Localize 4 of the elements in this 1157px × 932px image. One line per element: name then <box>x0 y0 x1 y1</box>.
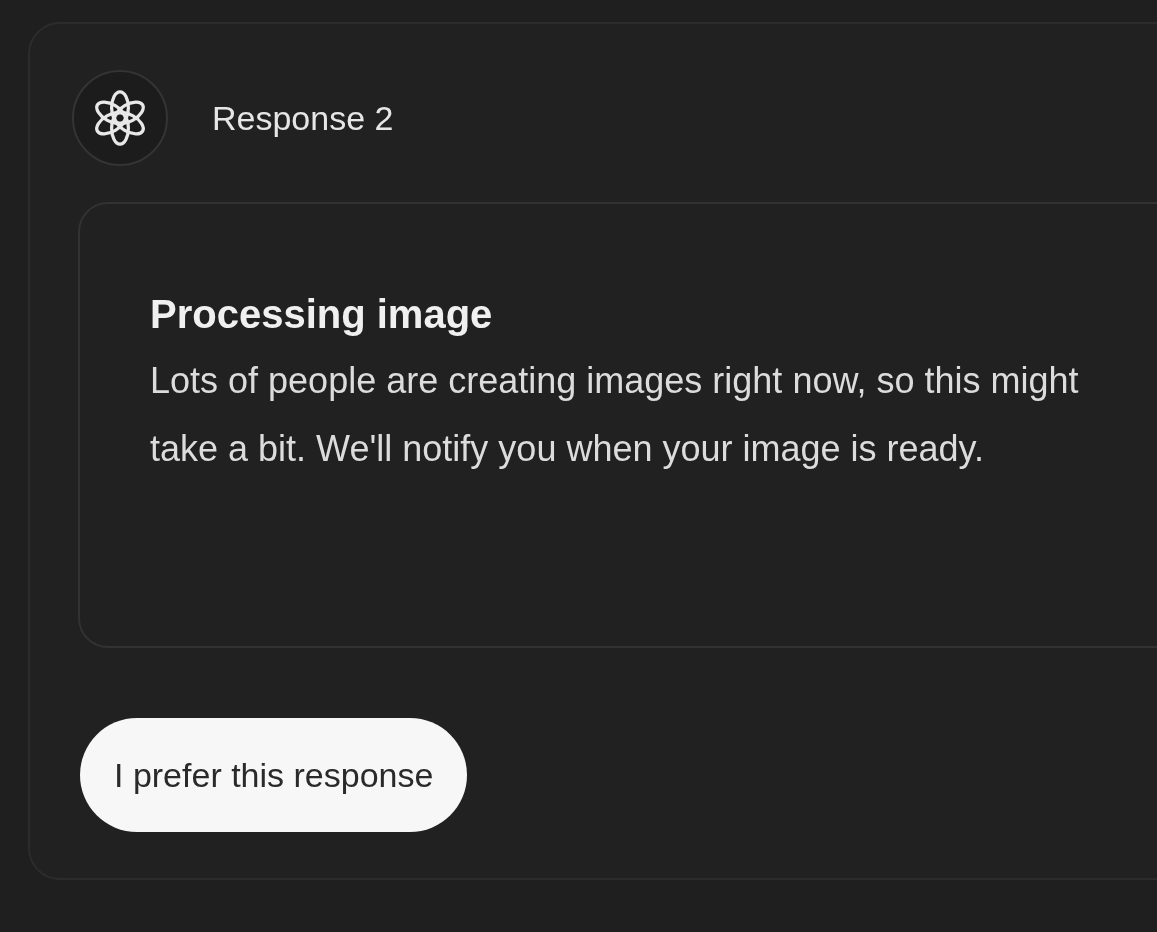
prefer-button[interactable]: I prefer this response <box>80 718 468 832</box>
notice-text: Lots of people are creating images right now, so this might take a bit. We'll notify you when your image is ready. <box>150 359 1080 471</box>
notice-title: Processing image <box>150 292 494 337</box>
response-title: Response 2 <box>212 98 394 138</box>
